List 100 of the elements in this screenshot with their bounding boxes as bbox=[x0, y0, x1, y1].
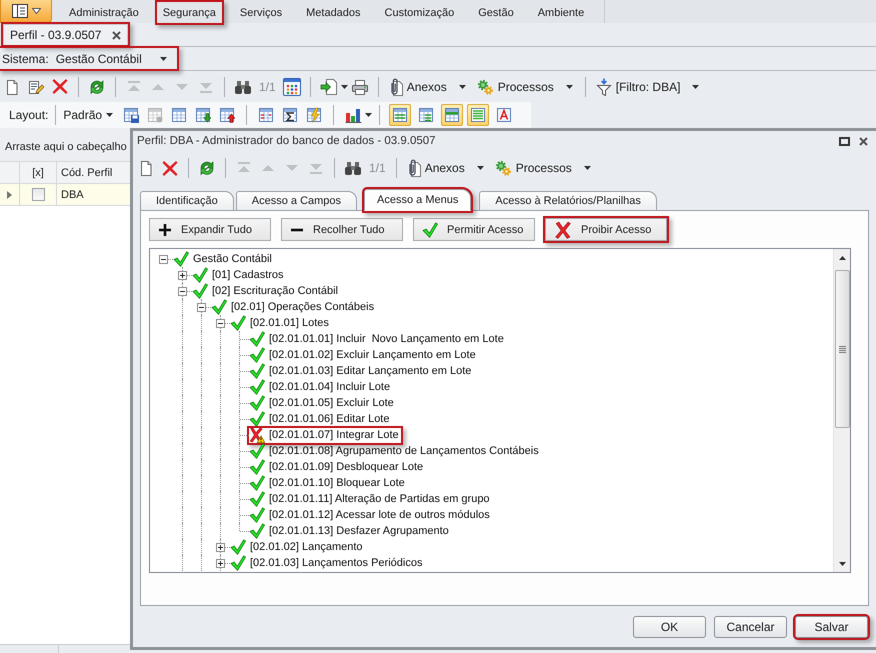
caret-icon[interactable] bbox=[365, 113, 372, 117]
attachments-button[interactable]: Anexos bbox=[388, 78, 466, 96]
document-tab[interactable]: Perfil - 03.9.0507 bbox=[3, 24, 128, 45]
view-toggle-button[interactable] bbox=[441, 104, 464, 126]
caret-icon bbox=[692, 84, 700, 88]
dialog-button[interactable]: OK bbox=[633, 616, 706, 638]
tree-item-label[interactable]: [02.01.01.03] Editar Lançamento em Lote bbox=[269, 365, 472, 377]
tree-item-label[interactable]: Gestão Contábil bbox=[193, 253, 272, 265]
minus-box-icon[interactable] bbox=[178, 286, 186, 296]
action-button[interactable]: Expandir Tudo bbox=[149, 218, 271, 241]
minus-box-icon[interactable] bbox=[216, 318, 224, 328]
table-icon[interactable] bbox=[171, 107, 188, 123]
menu-item[interactable]: Administração bbox=[63, 2, 145, 23]
row-indicator-icon bbox=[7, 190, 12, 198]
document-arrow-icon[interactable] bbox=[320, 78, 338, 96]
app-menu-button[interactable] bbox=[0, 0, 52, 23]
tree-item-label[interactable]: [02.01.03] Lançamentos Periódicos bbox=[250, 557, 422, 569]
tree-item-label[interactable]: [02.01.01.09] Desbloquear Lote bbox=[269, 461, 424, 473]
tree-item-label[interactable]: [02.01.01.07] Integrar Lote bbox=[269, 429, 399, 441]
binoculars-icon[interactable] bbox=[235, 80, 251, 94]
minus-box-icon[interactable] bbox=[196, 302, 206, 312]
table-header-icon bbox=[444, 107, 460, 123]
layout-preset-dropdown[interactable]: Padrão bbox=[63, 108, 114, 122]
plus-box-icon[interactable] bbox=[216, 542, 224, 552]
bar-chart-icon[interactable] bbox=[344, 107, 362, 123]
refresh-icon[interactable] bbox=[199, 160, 215, 176]
edit-document-icon[interactable] bbox=[28, 78, 44, 94]
table-cell-text: DBA bbox=[60, 188, 85, 202]
table-lightning-icon[interactable] bbox=[306, 107, 322, 123]
table-rows-icon bbox=[392, 107, 408, 123]
tree-item-label[interactable]: [02.01.01.01] Incluir Novo Lançamento em Lote bbox=[269, 333, 504, 345]
paperclip-icon bbox=[388, 78, 403, 96]
tree-item-label[interactable]: [02.01.01.05] Excluir Lote bbox=[269, 397, 394, 409]
refresh-icon[interactable] bbox=[89, 78, 105, 94]
tree-item-label[interactable]: [02.01.01.13] Desfazer Agrupamento bbox=[269, 525, 449, 537]
caret-icon[interactable] bbox=[340, 84, 348, 88]
tree-item-label[interactable]: [01] Cadastros bbox=[212, 269, 284, 281]
tree-item-label[interactable]: [02.01.01.11] Alteração de Partidas em grupo bbox=[269, 493, 490, 505]
new-document-icon[interactable] bbox=[4, 78, 20, 94]
minus-box-icon[interactable] bbox=[158, 254, 168, 264]
table-row[interactable]: DBA bbox=[0, 184, 130, 206]
check-icon bbox=[422, 222, 438, 238]
printer-icon[interactable] bbox=[350, 78, 369, 94]
plus-box-icon[interactable] bbox=[178, 270, 186, 280]
column-header[interactable]: [x] bbox=[20, 162, 57, 183]
tab[interactable]: Acesso a Menus bbox=[364, 189, 472, 211]
column-header[interactable]: Cód. Perfil bbox=[57, 162, 130, 183]
tree-item-label[interactable]: [02] Escrituração Contábil bbox=[212, 285, 338, 297]
table-columns-icon[interactable] bbox=[258, 107, 274, 123]
menu-item[interactable]: Gestão bbox=[472, 2, 520, 23]
processes-button[interactable]: Processos bbox=[494, 159, 591, 177]
dialog-button[interactable]: Salvar bbox=[795, 616, 868, 638]
tree-item-label[interactable]: [02.01.02] Lançamento bbox=[250, 541, 363, 553]
action-button[interactable]: Recolher Tudo bbox=[281, 218, 403, 241]
close-icon[interactable] bbox=[859, 136, 868, 146]
tree-item-label[interactable]: [02.01.01] Lotes bbox=[250, 317, 329, 329]
action-button[interactable]: Proibir Acesso bbox=[545, 218, 667, 241]
dialog-button[interactable]: Cancelar bbox=[714, 616, 787, 638]
tree-item-label[interactable]: [02.01] Operações Contábeis bbox=[231, 301, 374, 313]
view-toggle-button[interactable] bbox=[389, 104, 412, 126]
system-dropdown[interactable]: Gestão Contábil bbox=[56, 52, 167, 66]
tab[interactable]: Acesso à Relatórios/Planilhas bbox=[479, 191, 657, 210]
scroll-up-icon[interactable] bbox=[838, 256, 846, 260]
menu-item[interactable]: Customização bbox=[378, 2, 460, 23]
dialog-title: Perfil: DBA - Administrador do banco de dados - 03.9.0507 bbox=[137, 135, 436, 147]
processes-button[interactable]: Processos bbox=[476, 78, 573, 96]
tree-item-label[interactable]: [02.01.01.10] Bloquear Lote bbox=[269, 477, 405, 489]
view-toggle-button[interactable] bbox=[467, 104, 490, 126]
action-button[interactable]: Permitir Acesso bbox=[413, 218, 535, 241]
menu-item[interactable]: Segurança bbox=[156, 2, 222, 23]
font-icon bbox=[496, 107, 512, 123]
plus-box-icon[interactable] bbox=[216, 558, 224, 568]
menu-item[interactable]: Ambiente bbox=[532, 2, 590, 23]
checkbox[interactable] bbox=[32, 188, 44, 201]
tree-item-label[interactable]: [02.01.01.08] Agrupamento de Lançamentos Contábeis bbox=[269, 445, 539, 457]
table-rows-icon bbox=[418, 107, 434, 123]
scroll-thumb[interactable] bbox=[834, 270, 850, 428]
menu-item[interactable]: Serviços bbox=[234, 2, 288, 23]
maximize-icon[interactable] bbox=[839, 136, 850, 146]
tab[interactable]: Identificação bbox=[140, 191, 234, 210]
caret-icon bbox=[160, 56, 167, 60]
attachments-button[interactable]: Anexos bbox=[406, 159, 484, 177]
calendar-icon[interactable] bbox=[282, 78, 301, 96]
scroll-down-icon[interactable] bbox=[838, 562, 846, 566]
table-sigma-icon[interactable] bbox=[282, 107, 298, 123]
menu-item[interactable]: Metadados bbox=[300, 2, 367, 23]
close-icon[interactable] bbox=[112, 30, 122, 40]
tree-item-label[interactable]: [02.01.01.04] Incluir Lote bbox=[269, 381, 390, 393]
caret-icon bbox=[566, 84, 573, 88]
binoculars-icon[interactable] bbox=[345, 161, 361, 175]
caret-icon bbox=[32, 8, 40, 14]
tab[interactable]: Acesso a Campos bbox=[236, 191, 358, 210]
delete-icon[interactable] bbox=[162, 160, 178, 176]
filter-button[interactable]: [Filtro: DBA] bbox=[596, 78, 700, 96]
delete-icon[interactable] bbox=[52, 78, 68, 95]
tree-item-label[interactable]: [02.01.01.02] Excluir Lançamento em Lote bbox=[269, 349, 476, 361]
tree-item-label[interactable]: [02.01.01.12] Acessar lote de outros módulos bbox=[269, 509, 490, 521]
caret-icon bbox=[458, 84, 466, 88]
new-document-icon[interactable] bbox=[138, 160, 154, 176]
tree-item-label[interactable]: [02.01.01.06] Editar Lote bbox=[269, 413, 390, 425]
